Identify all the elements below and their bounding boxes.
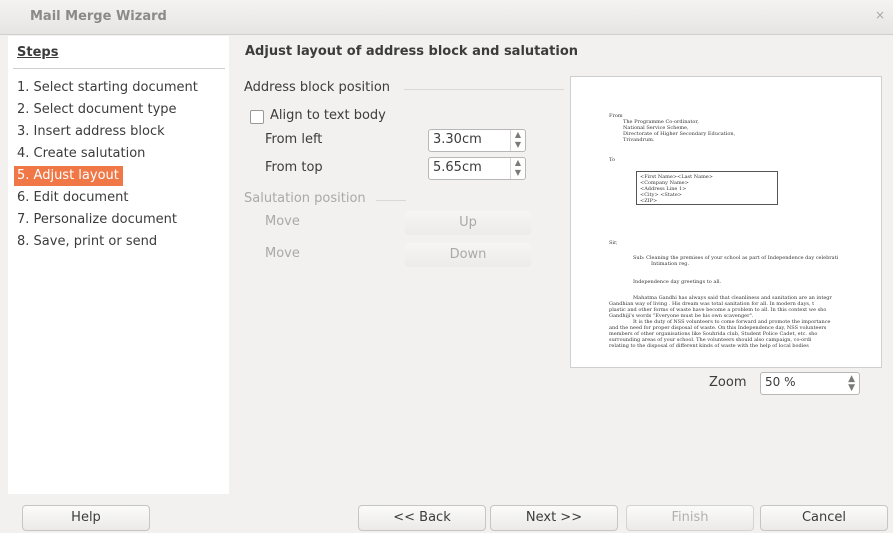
spinner-arrows-icon[interactable]: ▲ ▼	[510, 130, 525, 151]
step-edit-document[interactable]: 6. Edit document	[17, 188, 128, 208]
step-select-document-type[interactable]: 2. Select document type	[17, 100, 177, 120]
group-divider	[404, 89, 564, 90]
address-block-position-title: Address block position	[244, 80, 391, 95]
from-top-value[interactable]: 5.65cm	[433, 160, 482, 175]
step-insert-address-block[interactable]: 3. Insert address block	[17, 122, 165, 142]
salutation-down-button[interactable]: Down	[405, 243, 531, 267]
step-save-print-send[interactable]: 8. Save, print or send	[17, 232, 157, 252]
preview-body-line: relating to the disposal of different ki…	[609, 343, 809, 349]
step-select-starting-document[interactable]: 1. Select starting document	[17, 78, 198, 98]
preview-salutation: Sir,	[609, 240, 618, 246]
steps-divider	[13, 68, 225, 69]
move-up-label: Move	[265, 214, 300, 229]
help-button[interactable]: Help	[22, 505, 150, 531]
spinner-arrows-icon[interactable]: ▲ ▼	[848, 375, 855, 393]
preview-sender-line: Trivandrum.	[623, 137, 655, 143]
preview-greeting: Independence day greetings to all.	[633, 279, 722, 285]
close-icon[interactable]: ×	[875, 8, 885, 22]
step-personalize-document[interactable]: 7. Personalize document	[17, 210, 177, 230]
preview-subject-line: Intimation reg.	[651, 261, 690, 267]
cancel-button[interactable]: Cancel	[760, 505, 888, 531]
align-to-text-body-checkbox[interactable]	[250, 110, 264, 124]
group-divider	[376, 200, 406, 201]
finish-button[interactable]: Finish	[626, 505, 754, 531]
back-button[interactable]: << Back	[358, 505, 486, 531]
align-to-text-body-label: Align to text body	[270, 108, 386, 123]
from-top-label: From top	[265, 160, 323, 175]
from-left-label: From left	[265, 132, 323, 147]
next-button[interactable]: Next >>	[490, 505, 618, 531]
from-top-spinner[interactable]: 5.65cm ▲ ▼	[428, 157, 526, 180]
document-preview[interactable]: From The Programme Co-ordinator, Nationa…	[570, 76, 882, 368]
salutation-up-button[interactable]: Up	[405, 211, 531, 235]
page-title: Adjust layout of address block and salut…	[245, 44, 579, 59]
zoom-value[interactable]: 50 %	[765, 375, 796, 389]
preview-from-label: From	[609, 113, 623, 119]
spinner-arrows-icon[interactable]: ▲ ▼	[510, 158, 525, 179]
steps-title: Steps	[17, 45, 59, 60]
window-title: Mail Merge Wizard	[30, 9, 167, 24]
move-down-label: Move	[265, 246, 300, 261]
preview-to-label: To	[609, 157, 615, 163]
preview-address-line: <ZIP>	[640, 198, 658, 204]
zoom-combo[interactable]: 50 % ▲ ▼	[760, 372, 860, 395]
step-adjust-layout[interactable]: 5. Adjust layout	[14, 166, 123, 186]
step-create-salutation[interactable]: 4. Create salutation	[17, 144, 145, 164]
from-left-spinner[interactable]: 3.30cm ▲ ▼	[428, 129, 526, 152]
from-left-value[interactable]: 3.30cm	[433, 132, 482, 147]
salutation-position-title: Salutation position	[244, 191, 366, 206]
zoom-label: Zoom	[709, 375, 747, 390]
